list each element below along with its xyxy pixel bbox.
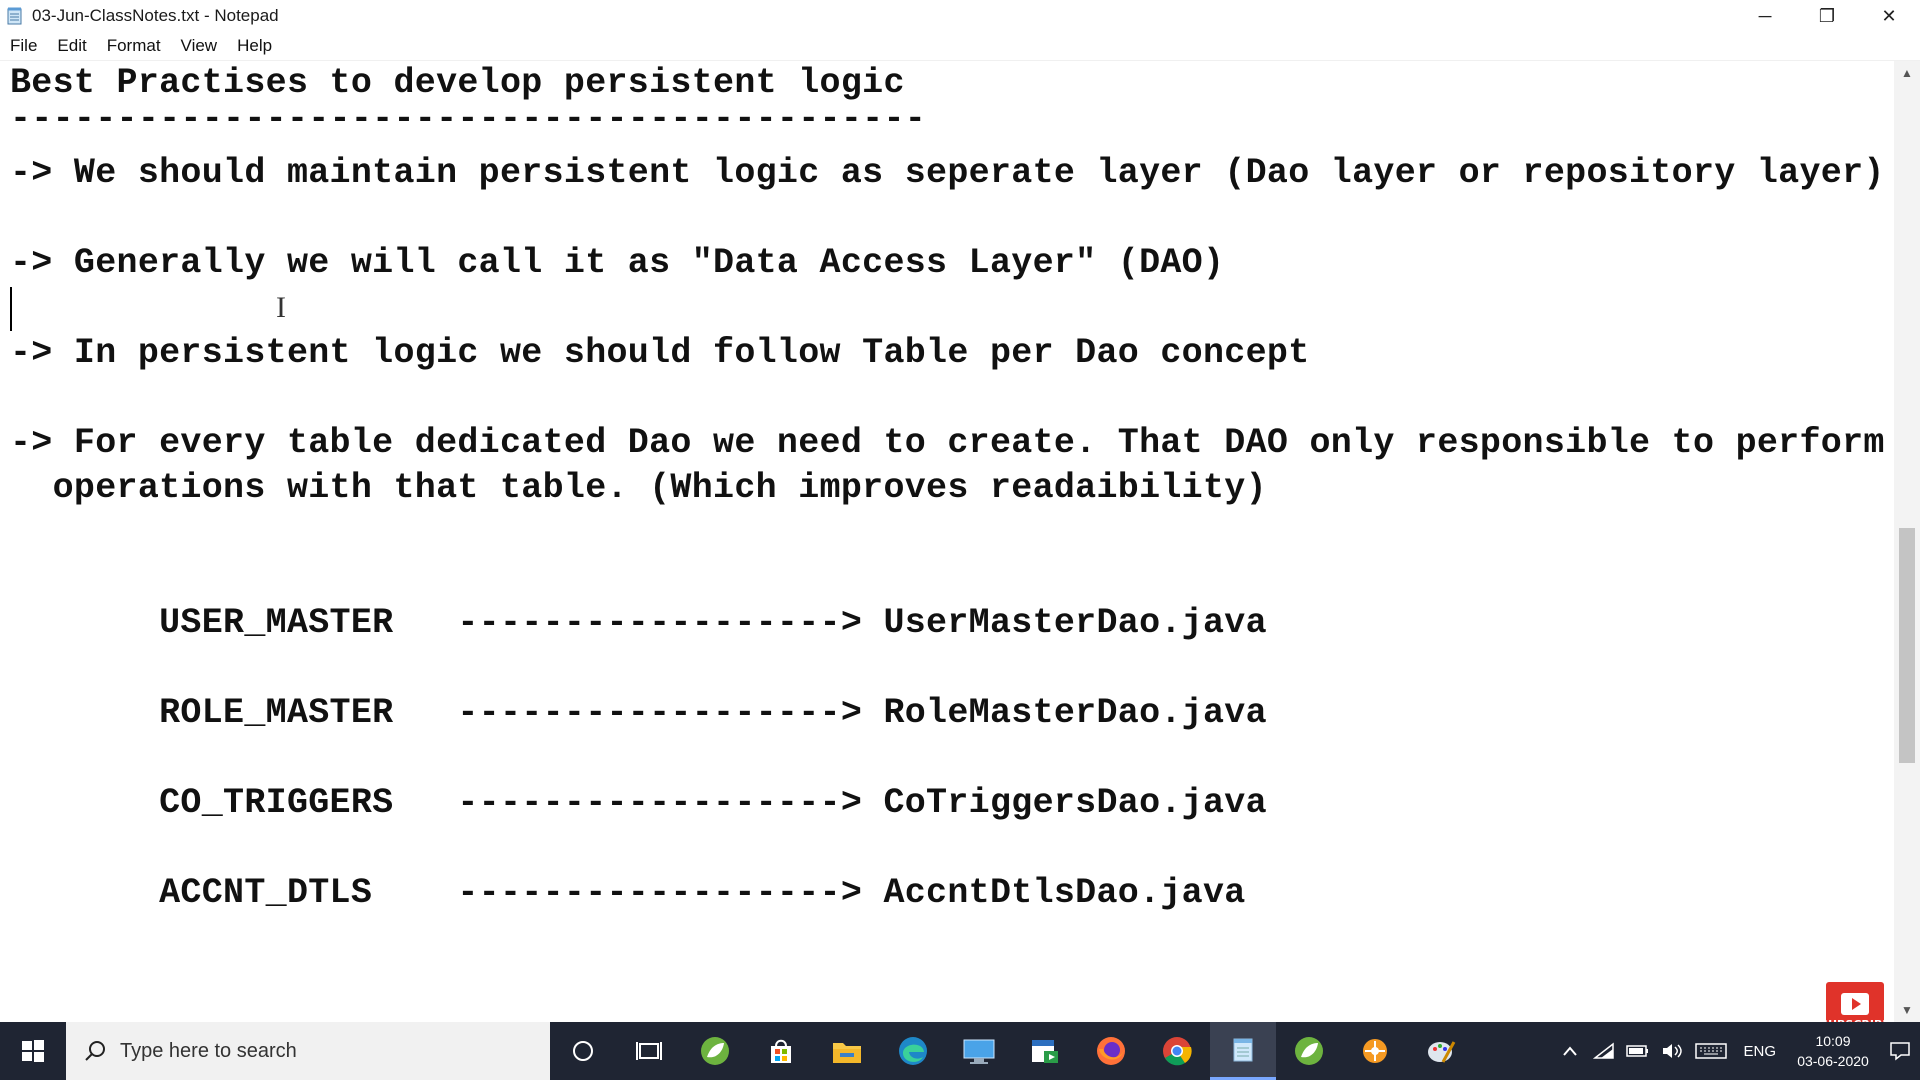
- start-button[interactable]: [0, 1022, 66, 1080]
- spring-tool-suite-icon-2[interactable]: [1276, 1022, 1342, 1080]
- edge-icon[interactable]: [880, 1022, 946, 1080]
- search-placeholder: Type here to search: [120, 1039, 297, 1062]
- chrome-icon[interactable]: [1144, 1022, 1210, 1080]
- close-button[interactable]: ✕: [1858, 0, 1920, 32]
- task-view-icon[interactable]: [616, 1022, 682, 1080]
- clock-date: 03-06-2020: [1797, 1053, 1869, 1069]
- vertical-scrollbar[interactable]: ▲ ▼: [1894, 61, 1920, 1022]
- text-editor[interactable]: Best Practises to develop persistent log…: [0, 61, 1894, 1022]
- battery-icon[interactable]: [1621, 1022, 1655, 1080]
- scroll-down-icon[interactable]: ▼: [1894, 998, 1920, 1022]
- notepad-taskbar-icon[interactable]: [1210, 1022, 1276, 1080]
- editor-line-mapping-3: CO_TRIGGERS ------------------> CoTrigge…: [10, 783, 1267, 823]
- file-explorer-icon[interactable]: [814, 1022, 880, 1080]
- scroll-up-icon[interactable]: ▲: [1894, 61, 1920, 85]
- paint-icon[interactable]: [1408, 1022, 1474, 1080]
- app-orange-icon[interactable]: [1342, 1022, 1408, 1080]
- firefox-icon[interactable]: [1078, 1022, 1144, 1080]
- minimize-button[interactable]: ─: [1734, 0, 1796, 32]
- system-tray: ENG 10:09 03-06-2020: [1553, 1022, 1920, 1080]
- clock-time: 10:09: [1815, 1033, 1851, 1049]
- editor-line-mapping-1: USER_MASTER ------------------> UserMast…: [10, 603, 1267, 643]
- play-icon: [1841, 992, 1869, 1015]
- cortana-icon[interactable]: [550, 1022, 616, 1080]
- editor-line-mapping-2: ROLE_MASTER ------------------> RoleMast…: [10, 693, 1267, 733]
- volume-icon[interactable]: [1655, 1022, 1689, 1080]
- editor-line-mapping-4: ACCNT_DTLS ------------------> AccntDtls…: [10, 873, 1246, 913]
- title-bar[interactable]: 03-Jun-ClassNotes.txt - Notepad ─ ❐ ✕: [0, 0, 1920, 32]
- text-caret: [10, 287, 12, 331]
- minimize-icon: ─: [1758, 5, 1772, 26]
- menu-bar: File Edit Format View Help: [0, 32, 1920, 61]
- menu-help[interactable]: Help: [227, 36, 282, 56]
- clock[interactable]: 10:09 03-06-2020: [1786, 1031, 1880, 1071]
- scroll-thumb[interactable]: [1899, 528, 1915, 763]
- editor-line-point-2: -> Generally we will call it as "Data Ac…: [10, 243, 1225, 283]
- taskbar: Type here to search ENG 10:09 03-06-2020: [0, 1022, 1920, 1080]
- menu-edit[interactable]: Edit: [47, 36, 96, 56]
- editor-line-point-1: -> We should maintain persistent logic a…: [10, 153, 1885, 193]
- input-language[interactable]: ENG: [1733, 1043, 1786, 1060]
- notepad-icon: [6, 6, 24, 26]
- chevron-up-icon[interactable]: [1553, 1022, 1587, 1080]
- wifi-icon[interactable]: [1587, 1022, 1621, 1080]
- microsoft-store-icon[interactable]: [748, 1022, 814, 1080]
- editor-line-point-3: -> In persistent logic we should follow …: [10, 333, 1310, 373]
- window-title: 03-Jun-ClassNotes.txt - Notepad: [32, 6, 279, 25]
- ibeam-cursor-icon: I: [276, 291, 286, 324]
- search-icon: [85, 1041, 105, 1061]
- menu-format[interactable]: Format: [97, 36, 171, 56]
- editor-line-heading: Best Practises to develop persistent log…: [10, 63, 905, 103]
- notification-icon[interactable]: [1880, 1022, 1920, 1080]
- restore-icon: ❐: [1818, 5, 1836, 26]
- remote-desktop-icon[interactable]: [946, 1022, 1012, 1080]
- keyboard-icon[interactable]: [1689, 1022, 1733, 1080]
- teams-calendar-icon[interactable]: [1012, 1022, 1078, 1080]
- editor-line-point-4-cont: operations with that table. (Which impro…: [10, 468, 1267, 508]
- menu-file[interactable]: File: [0, 36, 47, 56]
- close-icon: ✕: [1881, 5, 1897, 26]
- editor-line-underline: ----------------------------------------…: [10, 99, 927, 139]
- menu-view[interactable]: View: [171, 36, 228, 56]
- spring-tool-suite-icon[interactable]: [682, 1022, 748, 1080]
- windows-icon: [22, 1040, 44, 1062]
- editor-line-point-4: -> For every table dedicated Dao we need…: [10, 423, 1885, 463]
- restore-button[interactable]: ❐: [1796, 0, 1858, 32]
- taskbar-search-box[interactable]: Type here to search: [66, 1022, 550, 1080]
